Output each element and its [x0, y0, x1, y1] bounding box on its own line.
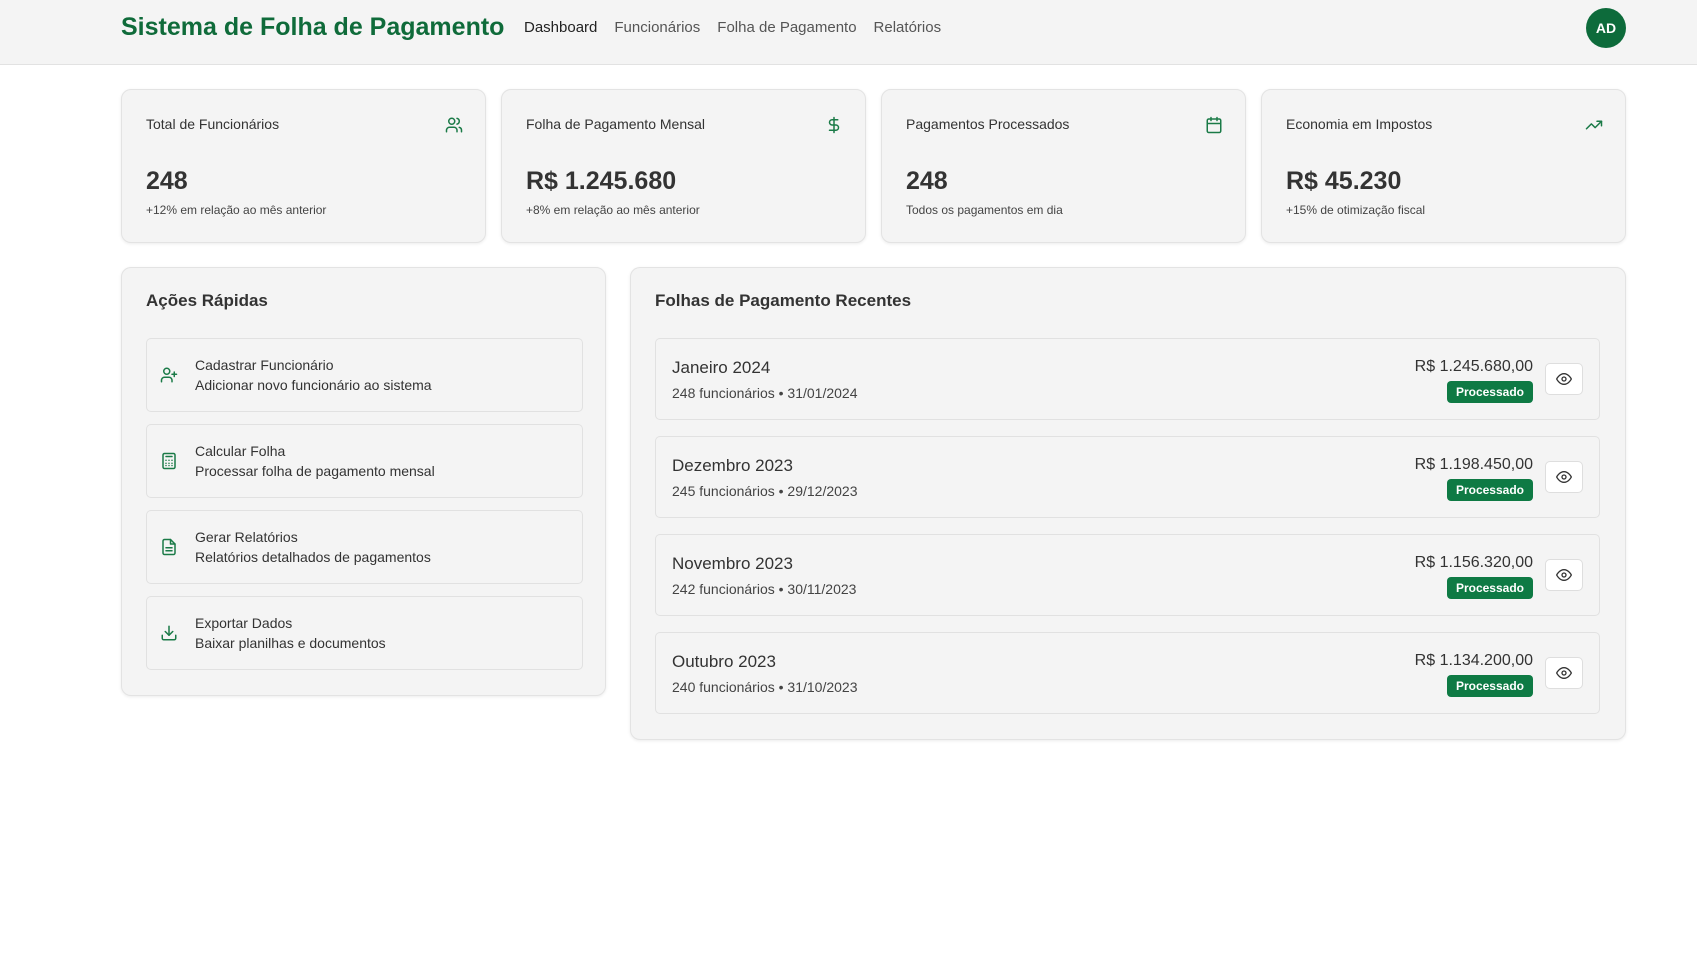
stat-value: R$ 45.230 — [1286, 167, 1402, 195]
view-payroll-button[interactable] — [1545, 363, 1583, 395]
payroll-row: Dezembro 2023 245 funcionários • 29/12/2… — [655, 436, 1600, 518]
payroll-info: 245 funcionários • 29/12/2023 — [672, 483, 858, 499]
payroll-amount: R$ 1.156.320,00 — [1414, 554, 1533, 571]
stat-label: Folha de Pagamento Mensal — [526, 116, 705, 132]
stat-card-total-funcionarios: Total de Funcionários 248 +12% em relaçã… — [121, 89, 486, 243]
action-title: Calcular Folha — [195, 443, 286, 459]
stat-label: Pagamentos Processados — [906, 116, 1070, 132]
action-description: Processar folha de pagamento mensal — [195, 463, 435, 479]
payroll-row: Novembro 2023 242 funcionários • 30/11/2… — [655, 534, 1600, 616]
view-payroll-button[interactable] — [1545, 657, 1583, 689]
view-payroll-button[interactable] — [1545, 559, 1583, 591]
stat-label: Total de Funcionários — [146, 116, 280, 132]
trending-up-icon — [1585, 120, 1603, 130]
payroll-month: Novembro 2023 — [672, 554, 793, 573]
payroll-amount: R$ 1.134.200,00 — [1414, 652, 1533, 669]
stat-subtext: Todos os pagamentos em dia — [906, 203, 1063, 217]
stat-card-economia-impostos: Economia em Impostos R$ 45.230 +15% de o… — [1261, 89, 1626, 243]
payroll-month: Dezembro 2023 — [672, 456, 793, 475]
nav-relatorios[interactable]: Relatórios — [874, 19, 942, 36]
action-cadastrar-funcionario[interactable]: Cadastrar Funcionário Adicionar novo fun… — [146, 338, 583, 412]
eye-icon — [1556, 569, 1572, 581]
payroll-month: Janeiro 2024 — [672, 358, 771, 377]
view-payroll-button[interactable] — [1545, 461, 1583, 493]
main-nav: Dashboard Funcionários Folha de Pagament… — [524, 19, 941, 36]
stat-value: 248 — [146, 167, 188, 195]
eye-icon — [1556, 667, 1572, 679]
nav-dashboard[interactable]: Dashboard — [524, 19, 597, 36]
top-navbar: Sistema de Folha de Pagamento Dashboard … — [0, 0, 1697, 65]
eye-icon — [1556, 373, 1572, 385]
stat-card-folha-mensal: Folha de Pagamento Mensal R$ 1.245.680 +… — [501, 89, 866, 243]
status-badge: Processado — [1446, 675, 1533, 697]
action-title: Exportar Dados — [195, 615, 293, 631]
payroll-info: 240 funcionários • 31/10/2023 — [672, 679, 858, 695]
nav-funcionarios[interactable]: Funcionários — [614, 19, 700, 36]
payroll-month: Outubro 2023 — [672, 652, 776, 671]
dollar-icon — [828, 116, 840, 134]
payroll-amount: R$ 1.245.680,00 — [1414, 358, 1533, 375]
payroll-info: 242 funcionários • 30/11/2023 — [672, 581, 857, 597]
stat-card-pagamentos-processados: Pagamentos Processados 248 Todos os paga… — [881, 89, 1246, 243]
stat-value: 248 — [906, 167, 948, 195]
stat-subtext: +8% em relação ao mês anterior — [526, 203, 700, 217]
payroll-row: Outubro 2023 240 funcionários • 31/10/20… — [655, 632, 1600, 714]
users-icon — [445, 117, 463, 133]
user-plus-icon — [160, 367, 178, 383]
file-text-icon — [162, 538, 176, 556]
nav-folha-de-pagamento[interactable]: Folha de Pagamento — [717, 19, 856, 36]
action-description: Baixar planilhas e documentos — [195, 635, 386, 651]
calendar-icon — [1206, 116, 1222, 134]
stat-label: Economia em Impostos — [1286, 116, 1433, 132]
status-badge: Processado — [1446, 577, 1533, 599]
action-description: Relatórios detalhados de pagamentos — [195, 549, 431, 565]
app-title[interactable]: Sistema de Folha de Pagamento — [121, 13, 504, 42]
action-title: Gerar Relatórios — [195, 529, 298, 545]
download-icon — [161, 625, 177, 641]
payroll-amount: R$ 1.198.450,00 — [1414, 456, 1533, 473]
action-title: Cadastrar Funcionário — [195, 357, 334, 373]
status-badge: Processado — [1446, 479, 1533, 501]
payroll-info: 248 funcionários • 31/01/2024 — [672, 385, 858, 401]
status-badge: Processado — [1446, 381, 1533, 403]
stat-subtext: +12% em relação ao mês anterior — [146, 203, 327, 217]
action-exportar-dados[interactable]: Exportar Dados Baixar planilhas e docume… — [146, 596, 583, 670]
recent-payrolls-panel: Folhas de Pagamento Recentes Janeiro 202… — [630, 267, 1626, 740]
quick-actions-panel: Ações Rápidas Cadastrar Funcionário Adic… — [121, 267, 606, 696]
stat-value: R$ 1.245.680 — [526, 167, 677, 195]
quick-actions-title: Ações Rápidas — [146, 291, 268, 310]
avatar[interactable]: AD — [1586, 8, 1626, 48]
stat-subtext: +15% de otimização fiscal — [1286, 203, 1426, 217]
calculator-icon — [162, 452, 176, 470]
eye-icon — [1556, 471, 1572, 483]
recent-payrolls-title: Folhas de Pagamento Recentes — [655, 291, 912, 310]
action-calcular-folha[interactable]: Calcular Folha Processar folha de pagame… — [146, 424, 583, 498]
action-gerar-relatorios[interactable]: Gerar Relatórios Relatórios detalhados d… — [146, 510, 583, 584]
action-description: Adicionar novo funcionário ao sistema — [195, 377, 432, 393]
payroll-row: Janeiro 2024 248 funcionários • 31/01/20… — [655, 338, 1600, 420]
